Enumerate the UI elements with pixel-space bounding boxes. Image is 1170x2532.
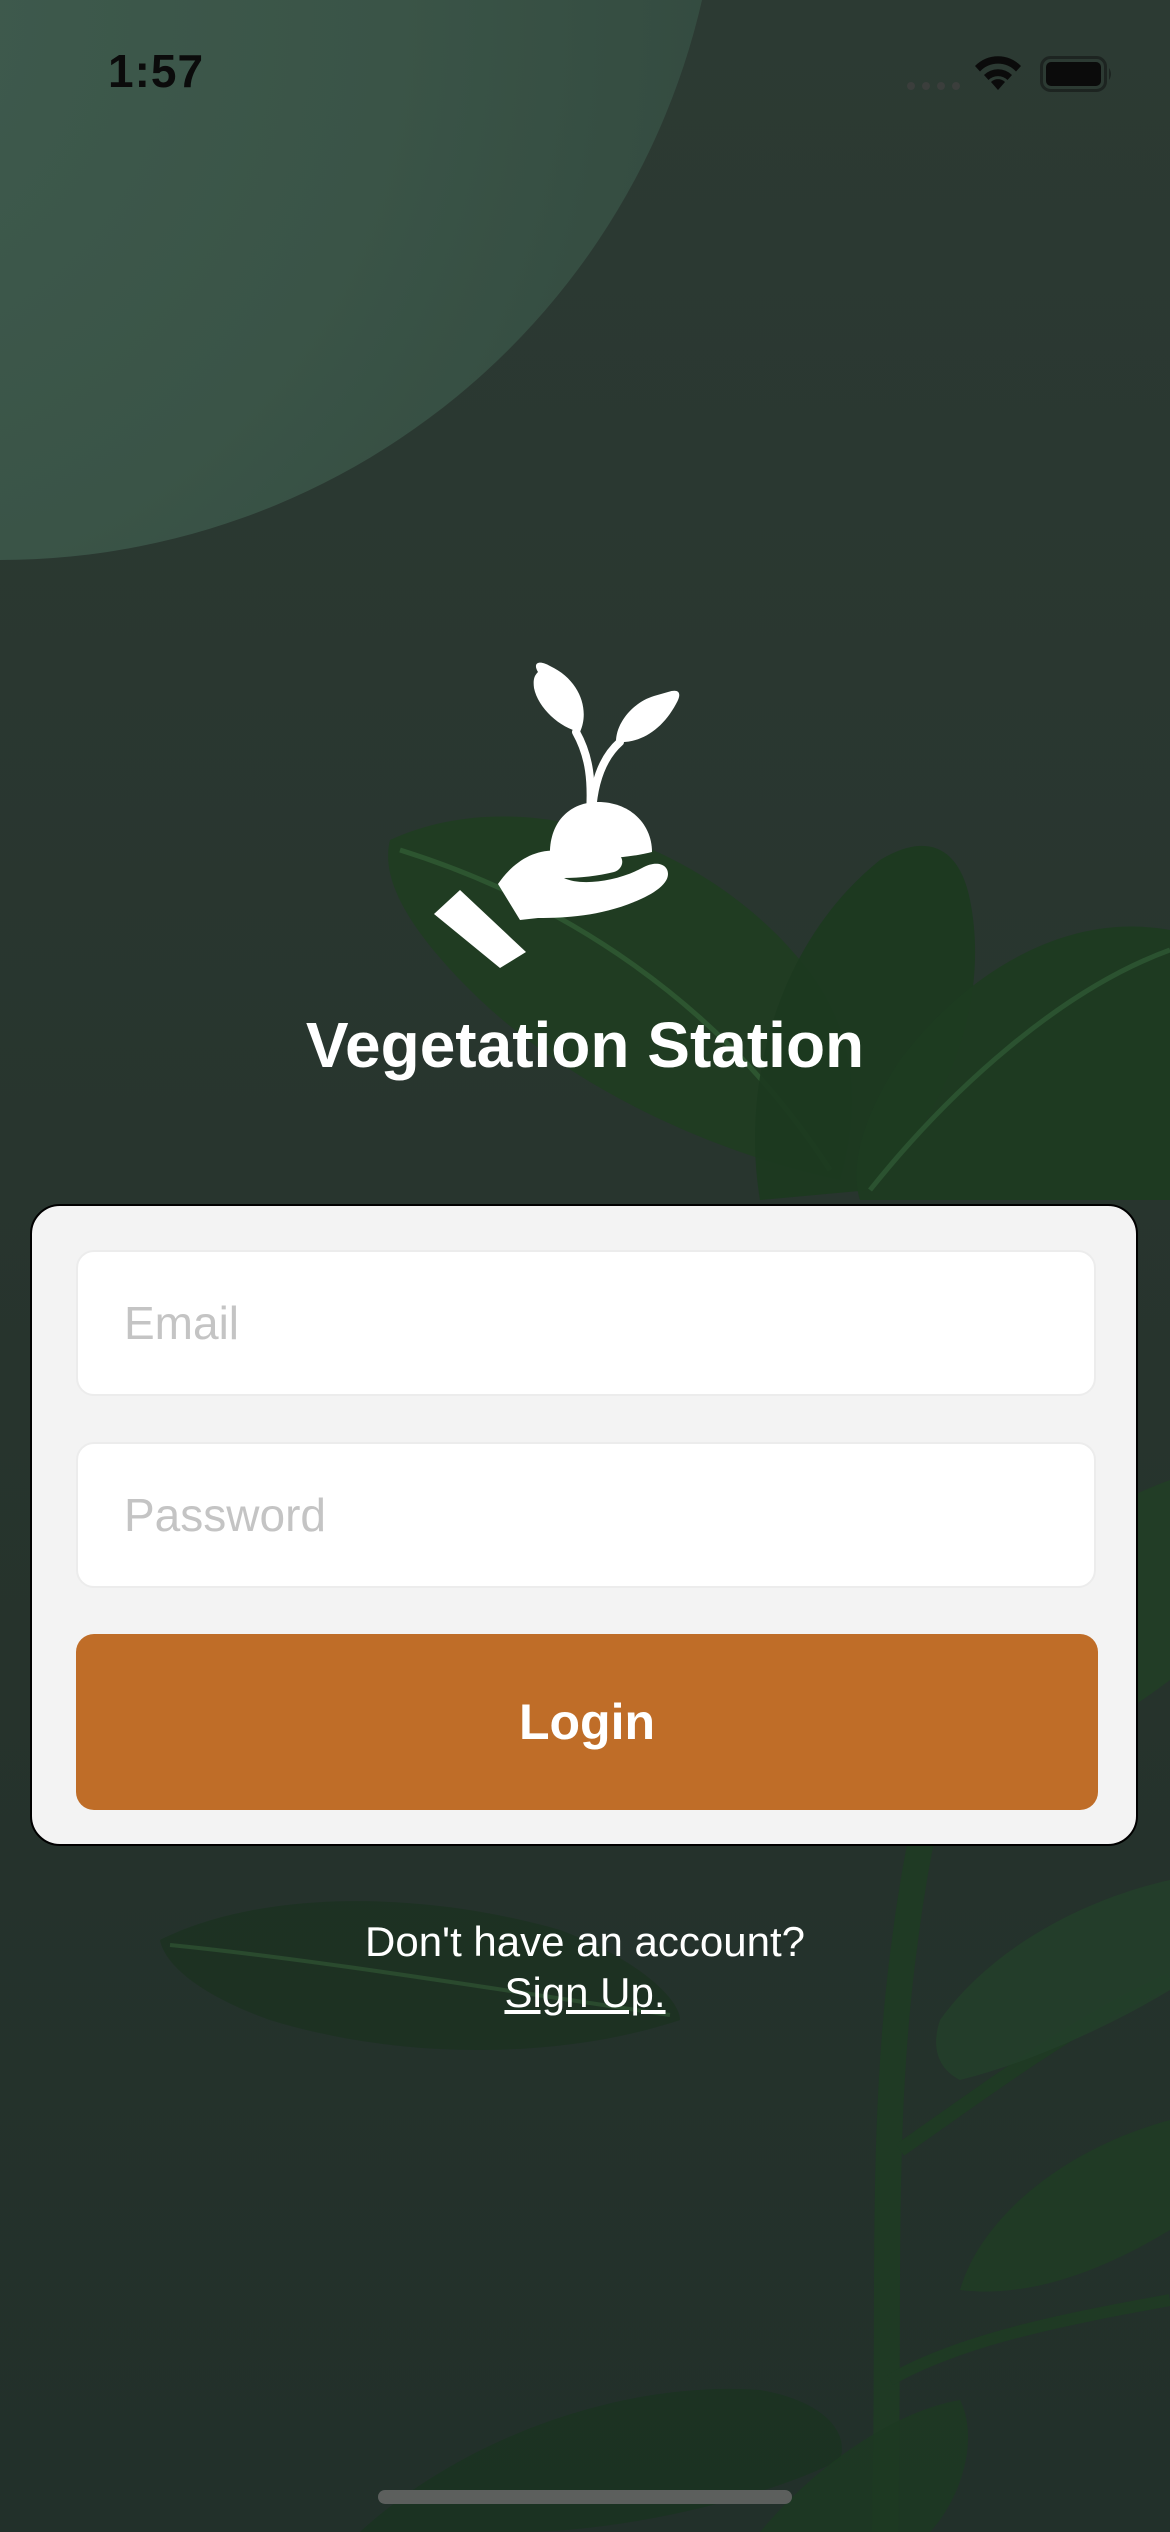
login-button[interactable]: Login xyxy=(76,1634,1098,1810)
status-bar: 1:57 xyxy=(0,0,1170,150)
login-card: Login xyxy=(30,1204,1138,1846)
battery-icon xyxy=(1040,56,1111,92)
signup-link[interactable]: Sign Up. xyxy=(504,1969,665,2016)
status-time: 1:57 xyxy=(108,45,205,97)
home-indicator[interactable] xyxy=(378,2490,792,2504)
cellular-signal-icon xyxy=(907,82,960,90)
signup-prompt: Don't have an account? xyxy=(365,1918,805,1965)
wifi-icon xyxy=(975,56,1021,90)
password-field[interactable] xyxy=(76,1442,1096,1588)
email-field[interactable] xyxy=(76,1250,1096,1396)
hand-holding-seedling-icon xyxy=(434,662,680,968)
signup-link-row: Sign Up. xyxy=(0,1966,1170,2020)
login-screen: 1:57 Vegetation Station Email Login Don'… xyxy=(0,0,1170,2532)
app-title: Vegetation Station xyxy=(305,1009,865,1081)
